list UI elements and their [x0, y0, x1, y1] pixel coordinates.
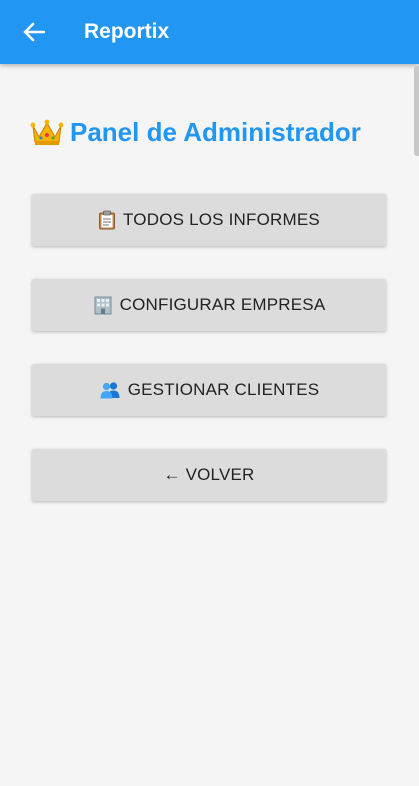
- clipboard-icon: [98, 210, 116, 230]
- configure-company-button[interactable]: CONFIGURAR EMPRESA: [32, 279, 386, 331]
- back-main-label: ← VOLVER: [163, 465, 255, 484]
- manage-clients-button[interactable]: GESTIONAR CLIENTES: [32, 364, 386, 416]
- app-title: Reportix: [84, 20, 170, 43]
- manage-clients-label: GESTIONAR CLIENTES: [127, 380, 320, 399]
- people-icon: [99, 380, 121, 400]
- arrow-left-icon: [23, 22, 45, 42]
- office-building-icon: [93, 295, 113, 315]
- all-reports-label: TODOS LOS INFORMES: [123, 210, 320, 229]
- configure-company-label: CONFIGURAR EMPRESA: [119, 295, 326, 314]
- panel-title: Panel de Administrador: [30, 112, 361, 152]
- back-main-button[interactable]: ← VOLVER: [32, 449, 386, 501]
- all-reports-button[interactable]: TODOS LOS INFORMES: [32, 194, 386, 246]
- app-bar: Reportix: [0, 0, 419, 64]
- panel-title-text: Panel de Administrador: [70, 116, 361, 147]
- crown-icon: [30, 119, 64, 145]
- scroll-indicator[interactable]: [414, 66, 419, 156]
- back-button[interactable]: [12, 10, 56, 54]
